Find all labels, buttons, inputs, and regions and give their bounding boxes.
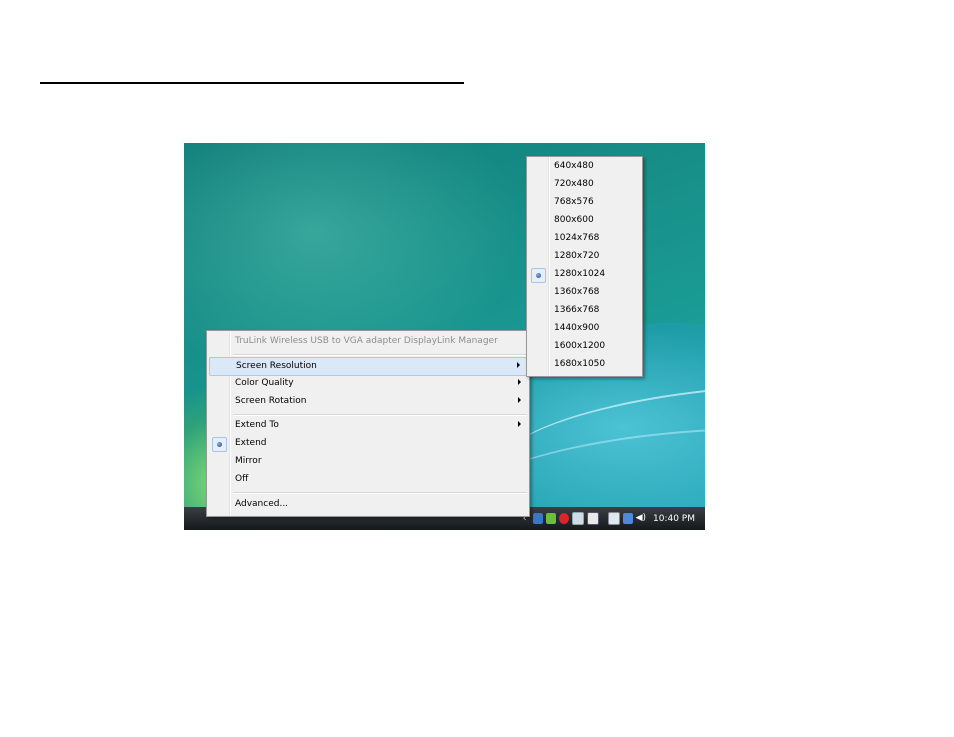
- resolution-label: 1280x1024: [554, 269, 606, 279]
- menu-header-label: TruLink Wireless USB to VGA adapter Disp…: [235, 336, 498, 346]
- resolution-option[interactable]: 720x480: [529, 176, 640, 193]
- radio-selected-icon: [212, 437, 227, 452]
- menu-separator: [233, 354, 527, 356]
- menu-item-extend-to[interactable]: Extend To: [209, 417, 527, 434]
- submenu-arrow-icon: [518, 421, 521, 427]
- submenu-arrow-icon: [518, 379, 521, 385]
- resolution-label: 800x600: [554, 215, 594, 225]
- system-tray: ‹ ◀) 10:40 PM: [523, 507, 695, 530]
- resolution-submenu: 640x480 720x480 768x576 800x600 1024x768…: [526, 156, 643, 377]
- resolution-option[interactable]: 640x480: [529, 158, 640, 175]
- resolution-option[interactable]: 1366x768: [529, 302, 640, 319]
- taskbar-clock[interactable]: 10:40 PM: [653, 514, 695, 524]
- menu-item-screen-resolution[interactable]: Screen Resolution: [209, 357, 527, 376]
- menu-item-label: Extend To: [235, 420, 279, 430]
- displaylink-context-menu: TruLink Wireless USB to VGA adapter Disp…: [206, 330, 530, 517]
- resolution-option[interactable]: 1280x720: [529, 248, 640, 265]
- resolution-label: 1440x900: [554, 323, 600, 333]
- displaylink-icon[interactable]: [545, 513, 556, 524]
- resolution-option[interactable]: 800x600: [529, 212, 640, 229]
- resolution-label: 1280x720: [554, 251, 600, 261]
- app-icon[interactable]: [586, 512, 599, 525]
- menu-separator: [233, 414, 527, 416]
- antivirus-icon[interactable]: [558, 513, 569, 524]
- menu-item-mirror[interactable]: Mirror: [209, 453, 527, 470]
- submenu-arrow-icon: [518, 397, 521, 403]
- resolution-option[interactable]: 1600x1200: [529, 338, 640, 355]
- menu-header: TruLink Wireless USB to VGA adapter Disp…: [209, 333, 527, 350]
- menu-item-advanced[interactable]: Advanced...: [209, 496, 527, 513]
- resolution-label: 640x480: [554, 161, 594, 171]
- volume-icon[interactable]: ◀): [636, 513, 646, 524]
- network-icon[interactable]: [532, 513, 543, 524]
- submenu-arrow-icon: [517, 362, 520, 368]
- menu-item-color-quality[interactable]: Color Quality: [209, 375, 527, 392]
- menu-item-screen-rotation[interactable]: Screen Rotation: [209, 393, 527, 410]
- resolution-label: 1360x768: [554, 287, 600, 297]
- menu-separator: [233, 492, 527, 494]
- resolution-option[interactable]: 768x576: [529, 194, 640, 211]
- menu-item-off[interactable]: Off: [209, 471, 527, 488]
- menu-item-extend[interactable]: Extend: [209, 435, 527, 452]
- resolution-option[interactable]: 1440x900: [529, 320, 640, 337]
- resolution-option[interactable]: 1680x1050: [529, 356, 640, 373]
- device-icon[interactable]: [571, 512, 584, 525]
- network-status-icon[interactable]: [622, 513, 633, 524]
- resolution-label: 1024x768: [554, 233, 600, 243]
- menu-item-label: Extend: [235, 438, 267, 448]
- menu-item-label: Mirror: [235, 456, 262, 466]
- safely-remove-icon[interactable]: [607, 512, 620, 525]
- resolution-option-selected[interactable]: 1280x1024: [529, 266, 640, 283]
- resolution-label: 1600x1200: [554, 341, 606, 351]
- document-rule: [40, 82, 464, 84]
- menu-item-label: Screen Rotation: [235, 396, 307, 406]
- resolution-option[interactable]: 1024x768: [529, 230, 640, 247]
- resolution-label: 720x480: [554, 179, 594, 189]
- resolution-label: 1680x1050: [554, 359, 606, 369]
- menu-item-label: Color Quality: [235, 378, 294, 388]
- radio-selected-icon: [531, 268, 546, 283]
- menu-item-label: Advanced...: [235, 499, 289, 509]
- menu-item-label: Screen Resolution: [236, 361, 317, 371]
- resolution-label: 1366x768: [554, 305, 600, 315]
- resolution-option[interactable]: 1360x768: [529, 284, 640, 301]
- resolution-label: 768x576: [554, 197, 594, 207]
- menu-item-label: Off: [235, 474, 249, 484]
